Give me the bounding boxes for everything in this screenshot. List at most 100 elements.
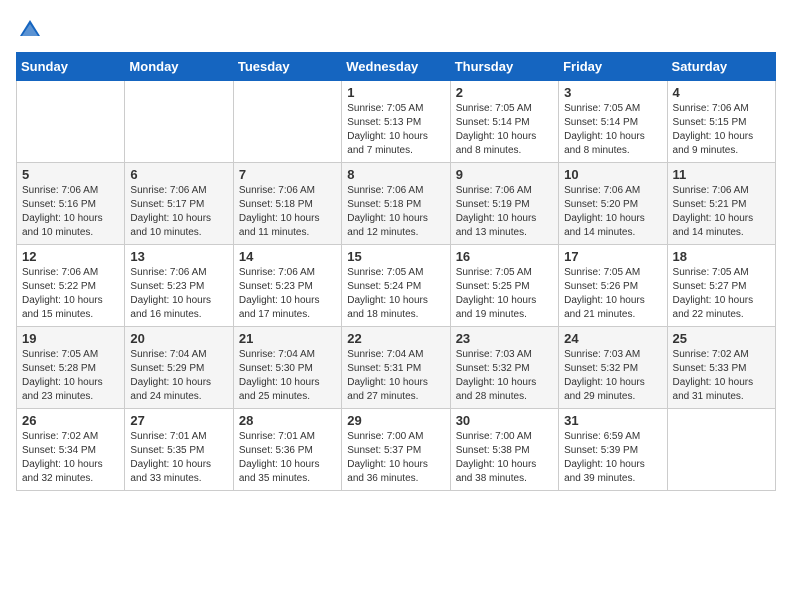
day-number: 8 (347, 167, 444, 182)
day-number: 3 (564, 85, 661, 100)
day-info: Sunrise: 7:00 AM Sunset: 5:37 PM Dayligh… (347, 430, 444, 486)
day-number: 26 (22, 413, 119, 428)
day-number: 6 (130, 167, 227, 182)
calendar-header-row: SundayMondayTuesdayWednesdayThursdayFrid… (17, 53, 776, 81)
day-number: 20 (130, 331, 227, 346)
calendar-cell: 24 Sunrise: 7:03 AM Sunset: 5:32 PM Dayli… (559, 327, 667, 409)
calendar-cell: 5Sunrise: 7:06 AM Sunset: 5:16 PM Daylig… (17, 163, 125, 245)
day-info: Sunrise: 7:06 AM Sunset: 5:17 PM Dayligh… (130, 184, 227, 240)
calendar-header-friday: Friday (559, 53, 667, 81)
day-info: Sunrise: 7:05 AM Sunset: 5:24 PM Dayligh… (347, 266, 444, 322)
day-info: Sunrise: 7:01 AM Sunset: 5:36 PM Dayligh… (239, 430, 336, 486)
calendar-cell: 29 Sunrise: 7:00 AM Sunset: 5:37 PM Dayli… (342, 409, 450, 491)
day-info: Sunrise: 7:06 AM Sunset: 5:16 PM Dayligh… (22, 184, 119, 240)
day-info: Sunrise: 7:06 AM Sunset: 5:19 PM Dayligh… (456, 184, 553, 240)
day-info: Sunrise: 7:04 AM Sunset: 5:31 PM Dayligh… (347, 348, 444, 404)
day-info: Sunrise: 7:06 AM Sunset: 5:20 PM Dayligh… (564, 184, 661, 240)
calendar-header-monday: Monday (125, 53, 233, 81)
calendar-cell: 16 Sunrise: 7:05 AM Sunset: 5:25 PM Dayli… (450, 245, 558, 327)
logo-icon (16, 16, 44, 44)
day-number: 13 (130, 249, 227, 264)
day-number: 4 (673, 85, 770, 100)
day-info: Sunrise: 7:05 AM Sunset: 5:28 PM Dayligh… (22, 348, 119, 404)
day-info: Sunrise: 7:04 AM Sunset: 5:29 PM Dayligh… (130, 348, 227, 404)
calendar-cell: 26 Sunrise: 7:02 AM Sunset: 5:34 PM Dayli… (17, 409, 125, 491)
day-number: 30 (456, 413, 553, 428)
calendar-cell: 22 Sunrise: 7:04 AM Sunset: 5:31 PM Dayli… (342, 327, 450, 409)
day-number: 17 (564, 249, 661, 264)
calendar-cell: 7 Sunrise: 7:06 AM Sunset: 5:18 PM Daylig… (233, 163, 341, 245)
calendar-header-sunday: Sunday (17, 53, 125, 81)
day-number: 10 (564, 167, 661, 182)
day-number: 9 (456, 167, 553, 182)
day-number: 24 (564, 331, 661, 346)
calendar-cell: 1 Sunrise: 7:05 AM Sunset: 5:13 PM Daylig… (342, 81, 450, 163)
day-info: Sunrise: 7:06 AM Sunset: 5:22 PM Dayligh… (22, 266, 119, 322)
calendar-cell: 17Sunrise: 7:05 AM Sunset: 5:26 PM Dayli… (559, 245, 667, 327)
day-info: Sunrise: 7:00 AM Sunset: 5:38 PM Dayligh… (456, 430, 553, 486)
day-number: 29 (347, 413, 444, 428)
calendar-cell: 15 Sunrise: 7:05 AM Sunset: 5:24 PM Dayli… (342, 245, 450, 327)
day-number: 15 (347, 249, 444, 264)
calendar-cell: 31Sunrise: 6:59 AM Sunset: 5:39 PM Dayli… (559, 409, 667, 491)
day-info: Sunrise: 7:03 AM Sunset: 5:32 PM Dayligh… (456, 348, 553, 404)
day-number: 14 (239, 249, 336, 264)
calendar-cell: 8 Sunrise: 7:06 AM Sunset: 5:18 PM Daylig… (342, 163, 450, 245)
calendar-cell: 27 Sunrise: 7:01 AM Sunset: 5:35 PM Dayli… (125, 409, 233, 491)
day-info: Sunrise: 7:04 AM Sunset: 5:30 PM Dayligh… (239, 348, 336, 404)
day-info: Sunrise: 7:05 AM Sunset: 5:27 PM Dayligh… (673, 266, 770, 322)
day-number: 7 (239, 167, 336, 182)
calendar-cell: 20 Sunrise: 7:04 AM Sunset: 5:29 PM Dayli… (125, 327, 233, 409)
calendar-week-row: 5Sunrise: 7:06 AM Sunset: 5:16 PM Daylig… (17, 163, 776, 245)
calendar-cell: 12 Sunrise: 7:06 AM Sunset: 5:22 PM Dayli… (17, 245, 125, 327)
day-info: Sunrise: 7:01 AM Sunset: 5:35 PM Dayligh… (130, 430, 227, 486)
day-info: Sunrise: 7:05 AM Sunset: 5:13 PM Dayligh… (347, 102, 444, 158)
logo (16, 16, 48, 44)
calendar-header-wednesday: Wednesday (342, 53, 450, 81)
day-number: 25 (673, 331, 770, 346)
calendar-cell: 4 Sunrise: 7:06 AM Sunset: 5:15 PM Daylig… (667, 81, 775, 163)
day-info: Sunrise: 7:06 AM Sunset: 5:23 PM Dayligh… (130, 266, 227, 322)
calendar-cell: 9 Sunrise: 7:06 AM Sunset: 5:19 PM Daylig… (450, 163, 558, 245)
day-info: Sunrise: 7:05 AM Sunset: 5:14 PM Dayligh… (564, 102, 661, 158)
calendar-table: SundayMondayTuesdayWednesdayThursdayFrid… (16, 52, 776, 491)
day-info: Sunrise: 7:06 AM Sunset: 5:21 PM Dayligh… (673, 184, 770, 240)
calendar-cell: 2 Sunrise: 7:05 AM Sunset: 5:14 PM Daylig… (450, 81, 558, 163)
calendar-cell (233, 81, 341, 163)
calendar-week-row: 12 Sunrise: 7:06 AM Sunset: 5:22 PM Dayli… (17, 245, 776, 327)
day-info: Sunrise: 7:06 AM Sunset: 5:18 PM Dayligh… (347, 184, 444, 240)
calendar-cell: 30 Sunrise: 7:00 AM Sunset: 5:38 PM Dayli… (450, 409, 558, 491)
day-number: 12 (22, 249, 119, 264)
day-info: Sunrise: 7:06 AM Sunset: 5:18 PM Dayligh… (239, 184, 336, 240)
day-number: 21 (239, 331, 336, 346)
calendar-cell: 19 Sunrise: 7:05 AM Sunset: 5:28 PM Dayli… (17, 327, 125, 409)
day-number: 27 (130, 413, 227, 428)
day-number: 18 (673, 249, 770, 264)
calendar-cell: 18 Sunrise: 7:05 AM Sunset: 5:27 PM Dayli… (667, 245, 775, 327)
calendar-cell: 28Sunrise: 7:01 AM Sunset: 5:36 PM Dayli… (233, 409, 341, 491)
day-info: Sunrise: 7:05 AM Sunset: 5:25 PM Dayligh… (456, 266, 553, 322)
calendar-cell: 23Sunrise: 7:03 AM Sunset: 5:32 PM Dayli… (450, 327, 558, 409)
day-info: Sunrise: 7:02 AM Sunset: 5:34 PM Dayligh… (22, 430, 119, 486)
calendar-week-row: 1 Sunrise: 7:05 AM Sunset: 5:13 PM Daylig… (17, 81, 776, 163)
day-info: Sunrise: 7:06 AM Sunset: 5:15 PM Dayligh… (673, 102, 770, 158)
day-number: 22 (347, 331, 444, 346)
calendar-cell: 10 Sunrise: 7:06 AM Sunset: 5:20 PM Dayli… (559, 163, 667, 245)
day-number: 2 (456, 85, 553, 100)
day-info: Sunrise: 7:03 AM Sunset: 5:32 PM Dayligh… (564, 348, 661, 404)
calendar-header-thursday: Thursday (450, 53, 558, 81)
calendar-week-row: 19 Sunrise: 7:05 AM Sunset: 5:28 PM Dayli… (17, 327, 776, 409)
day-number: 31 (564, 413, 661, 428)
calendar-cell: 13 Sunrise: 7:06 AM Sunset: 5:23 PM Dayli… (125, 245, 233, 327)
calendar-cell: 11 Sunrise: 7:06 AM Sunset: 5:21 PM Dayli… (667, 163, 775, 245)
page-header (16, 16, 776, 44)
day-number: 16 (456, 249, 553, 264)
calendar-week-row: 26 Sunrise: 7:02 AM Sunset: 5:34 PM Dayli… (17, 409, 776, 491)
day-info: Sunrise: 7:05 AM Sunset: 5:14 PM Dayligh… (456, 102, 553, 158)
calendar-cell: 6 Sunrise: 7:06 AM Sunset: 5:17 PM Daylig… (125, 163, 233, 245)
day-number: 19 (22, 331, 119, 346)
day-number: 1 (347, 85, 444, 100)
day-number: 11 (673, 167, 770, 182)
day-info: Sunrise: 7:02 AM Sunset: 5:33 PM Dayligh… (673, 348, 770, 404)
calendar-cell: 14Sunrise: 7:06 AM Sunset: 5:23 PM Dayli… (233, 245, 341, 327)
